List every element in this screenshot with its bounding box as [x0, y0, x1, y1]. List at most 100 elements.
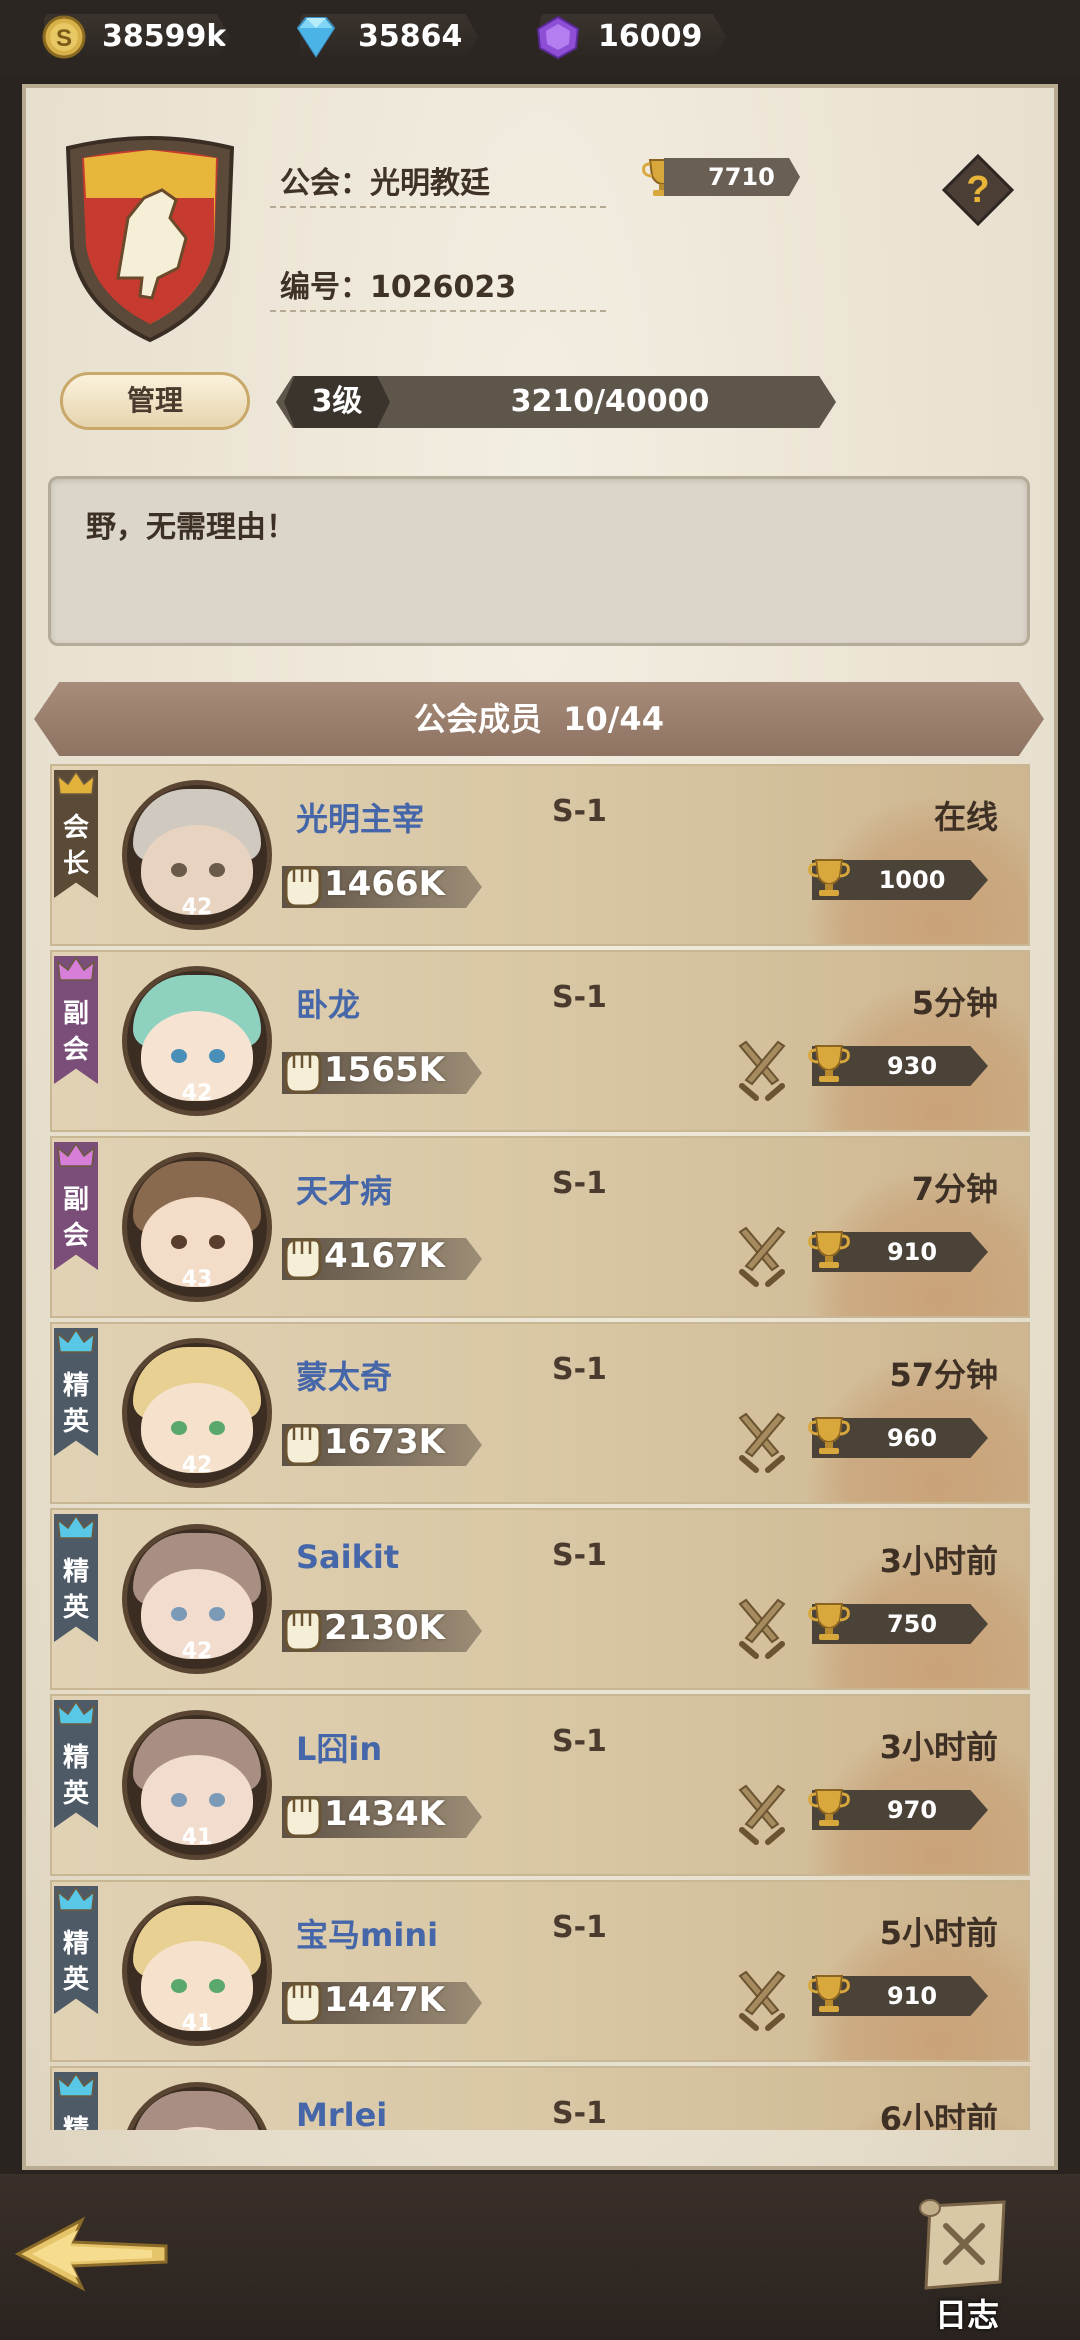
- avatar-eye: [209, 1049, 225, 1063]
- member-status: 5分钟: [911, 984, 998, 1022]
- log-button-label[interactable]: 日志: [912, 2290, 1022, 2336]
- member-avatar[interactable]: 43: [122, 1152, 272, 1302]
- member-row[interactable]: 会长 42 1466K 光明主宰 S-1 在线 1000: [50, 764, 1030, 946]
- trophy-icon: [808, 1045, 850, 1082]
- rank-label: 精英: [62, 1743, 89, 1809]
- member-row[interactable]: 精英 Mrlei S-1 6小时前: [50, 2066, 1030, 2130]
- trophy-icon: [808, 1789, 850, 1826]
- member-avatar[interactable]: 42: [122, 1338, 272, 1488]
- guild-notice-text: 野，无需理由！: [86, 510, 296, 545]
- avatar-eye: [171, 1421, 187, 1435]
- guild-name: 公会：光明教廷: [280, 166, 490, 201]
- divider: [270, 310, 606, 312]
- crossed-swords-icon[interactable]: [732, 1040, 792, 1104]
- fist-icon: [284, 1424, 322, 1466]
- rank-crown-icon: [57, 1328, 95, 1353]
- svg-text:?: ?: [966, 169, 989, 211]
- rank-label: 精英: [62, 1557, 89, 1623]
- member-name[interactable]: 宝马mini: [296, 1910, 438, 1956]
- member-server: S-1: [552, 1352, 607, 1387]
- member-avatar[interactable]: 42: [122, 966, 272, 1116]
- member-server: S-1: [552, 1724, 607, 1759]
- member-trophies: 930: [886, 1052, 938, 1080]
- member-name[interactable]: 蒙太奇: [296, 1352, 392, 1398]
- crossed-swords-icon[interactable]: [732, 1784, 792, 1848]
- avatar-eye: [171, 863, 187, 877]
- member-avatar[interactable]: 41: [122, 1710, 272, 1860]
- members-count: 10/44: [563, 700, 664, 738]
- avatar-hair: [133, 2091, 261, 2130]
- member-trophies: 910: [886, 1982, 938, 2010]
- rank-label: 副会: [62, 1185, 89, 1251]
- rank-crown-icon: [57, 770, 95, 795]
- member-list[interactable]: 会长 42 1466K 光明主宰 S-1 在线 1000 副会 42 1565K…: [50, 764, 1032, 2130]
- member-trophies: 1000: [878, 866, 946, 894]
- member-trophies: 750: [886, 1610, 938, 1638]
- avatar-eye: [171, 1235, 187, 1249]
- scroll-icon[interactable]: [912, 2196, 1022, 2300]
- manage-button[interactable]: 管理: [60, 372, 250, 430]
- members-header-title: 公会成员 10/44: [34, 682, 1044, 756]
- crossed-swords-icon[interactable]: [732, 1412, 792, 1476]
- member-row[interactable]: 精英 41 1447K 宝马mini S-1 5小时前 910: [50, 1880, 1030, 2062]
- member-status: 6小时前: [879, 2100, 998, 2130]
- member-level: 41: [181, 1825, 213, 1850]
- crossed-swords-icon[interactable]: [732, 1226, 792, 1290]
- fist-icon: [284, 1610, 322, 1652]
- guild-emblem-icon: [65, 136, 235, 343]
- rank-label: 精英: [62, 2115, 89, 2130]
- member-status: 5小时前: [879, 1914, 998, 1952]
- avatar-eye: [171, 1607, 187, 1621]
- member-level: 42: [181, 1639, 213, 1664]
- member-avatar[interactable]: 42: [122, 1524, 272, 1674]
- member-server: S-1: [552, 980, 607, 1015]
- member-trophies: 910: [886, 1238, 938, 1266]
- rank-crown-icon: [57, 1700, 95, 1725]
- member-status: 3小时前: [879, 1542, 998, 1580]
- member-server: S-1: [552, 1910, 607, 1945]
- gold-coin-icon: S: [42, 15, 86, 59]
- member-status: 在线: [933, 798, 998, 836]
- crossed-swords-icon[interactable]: [732, 1598, 792, 1662]
- member-status: 57分钟: [889, 1356, 998, 1394]
- crossed-swords-icon[interactable]: [732, 1970, 792, 2034]
- member-level: 43: [181, 1267, 213, 1292]
- question-icon[interactable]: ?: [940, 152, 1016, 228]
- member-status: 7分钟: [911, 1170, 998, 1208]
- members-title: 公会成员: [414, 700, 543, 738]
- rank-label: 会长: [62, 813, 89, 879]
- avatar-eye: [209, 1607, 225, 1621]
- rank-label: 副会: [62, 999, 89, 1065]
- member-row[interactable]: 精英 42 1673K 蒙太奇 S-1 57分钟 960: [50, 1322, 1030, 1504]
- member-row[interactable]: 副会 42 1565K 卧龙 S-1 5分钟 930: [50, 950, 1030, 1132]
- member-row[interactable]: 副会 43 4167K 天才病 S-1 7分钟 910: [50, 1136, 1030, 1318]
- avatar-eye: [209, 863, 225, 877]
- trophy-icon: [808, 1975, 850, 2012]
- diamond-amount: 35864: [358, 19, 463, 54]
- fist-icon: [284, 1796, 322, 1838]
- member-row[interactable]: 精英 41 1434K L囧in S-1 3小时前 970: [50, 1694, 1030, 1876]
- guild-level: 3级: [284, 376, 390, 428]
- member-name[interactable]: Saikit: [296, 1538, 399, 1576]
- member-avatar[interactable]: 41: [122, 1896, 272, 2046]
- member-name[interactable]: Mrlei: [296, 2096, 387, 2130]
- member-power: 1565K: [324, 1050, 445, 1090]
- avatar-eye: [209, 1793, 225, 1807]
- member-name[interactable]: 光明主宰: [296, 794, 424, 840]
- member-power: 1673K: [324, 1422, 445, 1462]
- member-trophies: 970: [886, 1796, 938, 1824]
- fist-icon: [284, 866, 322, 908]
- back-arrow-icon[interactable]: [12, 2214, 172, 2294]
- member-trophies: 960: [886, 1424, 938, 1452]
- member-row[interactable]: 精英 42 2130K Saikit S-1 3小时前 750: [50, 1508, 1030, 1690]
- member-avatar[interactable]: [122, 2082, 272, 2130]
- rank-crown-icon: [57, 2072, 95, 2097]
- member-avatar[interactable]: 42: [122, 780, 272, 930]
- rank-crown-icon: [57, 1142, 95, 1167]
- gold-amount: 38599k: [102, 19, 227, 54]
- avatar-eye: [209, 1235, 225, 1249]
- member-name[interactable]: L囧in: [296, 1724, 382, 1770]
- member-name[interactable]: 卧龙: [296, 980, 360, 1026]
- member-name[interactable]: 天才病: [296, 1166, 392, 1212]
- avatar-eye: [209, 1421, 225, 1435]
